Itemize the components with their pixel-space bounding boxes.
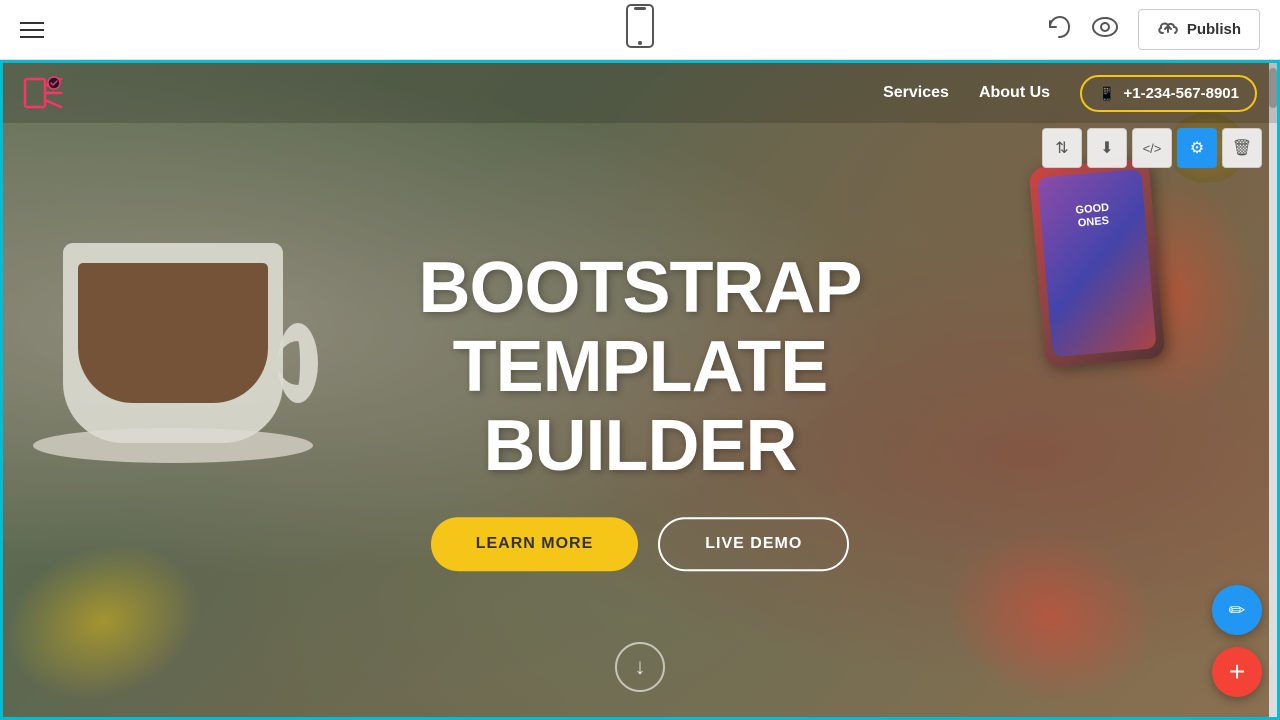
toolbar-right: Publish	[1046, 9, 1260, 50]
canvas-area: GOODONES	[0, 60, 1280, 720]
fab-add-icon: +	[1229, 656, 1245, 688]
mobile-preview-icon[interactable]	[626, 4, 654, 55]
section-toolbar: ⇅ ⬇ </> ⚙ 🗑	[1042, 128, 1262, 168]
fab-add-button[interactable]: +	[1212, 647, 1262, 697]
hero-section: GOODONES	[3, 63, 1277, 717]
code-button[interactable]: </>	[1132, 128, 1172, 168]
fab-edit-button[interactable]: ✏	[1212, 585, 1262, 635]
fab-edit-icon: ✏	[1229, 598, 1246, 623]
nav-phone-number: +1-234-567-8901	[1123, 85, 1239, 102]
tea-liquid	[78, 263, 268, 403]
code-icon: </>	[1143, 141, 1162, 156]
sort-button[interactable]: ⇅	[1042, 128, 1082, 168]
nav-about[interactable]: About Us	[979, 84, 1050, 102]
settings-button[interactable]: ⚙	[1177, 128, 1217, 168]
scroll-down-button[interactable]: ↓	[615, 642, 665, 692]
phone-text: GOODONES	[1045, 199, 1141, 233]
scroll-down-icon: ↓	[635, 654, 646, 680]
delete-icon: 🗑	[1232, 138, 1252, 158]
publish-label: Publish	[1187, 21, 1241, 38]
undo-icon[interactable]	[1046, 14, 1072, 46]
hero-content: BOOTSTRAP TEMPLATE BUILDER LEARN MORE LI…	[290, 249, 990, 571]
live-demo-button[interactable]: LIVE DEMO	[658, 517, 849, 571]
toolbar-center	[626, 4, 654, 55]
hero-title: BOOTSTRAP TEMPLATE BUILDER	[290, 249, 990, 487]
hero-title-line2: TEMPLATE BUILDER	[290, 328, 990, 486]
site-navbar: Services About Us 📱 +1-234-567-8901	[3, 63, 1277, 123]
toolbar-left	[20, 22, 44, 38]
sort-icon: ⇅	[1055, 138, 1068, 158]
hero-title-line1: BOOTSTRAP	[290, 249, 990, 328]
download-icon: ⬇	[1100, 138, 1113, 158]
hero-buttons: LEARN MORE LIVE DEMO	[290, 517, 990, 571]
nav-services[interactable]: Services	[883, 84, 949, 102]
cloud-icon	[1157, 18, 1179, 41]
download-button[interactable]: ⬇	[1087, 128, 1127, 168]
scrollbar[interactable]	[1269, 63, 1277, 717]
site-preview: GOODONES	[0, 60, 1280, 720]
delete-button[interactable]: 🗑	[1222, 128, 1262, 168]
fab-container: ✏ +	[1212, 585, 1262, 697]
phone-small-icon: 📱	[1098, 85, 1115, 102]
phone-screen: GOODONES	[1037, 169, 1156, 357]
top-toolbar: Publish	[0, 0, 1280, 60]
tea-cup	[33, 143, 333, 463]
publish-button[interactable]: Publish	[1138, 9, 1260, 50]
logo-icon	[23, 71, 67, 115]
nav-phone-button[interactable]: 📱 +1-234-567-8901	[1080, 75, 1257, 112]
settings-icon: ⚙	[1190, 138, 1204, 158]
navbar-logo	[23, 71, 67, 115]
hamburger-menu[interactable]	[20, 22, 44, 38]
navbar-links: Services About Us 📱 +1-234-567-8901	[883, 75, 1257, 112]
preview-icon[interactable]	[1092, 17, 1118, 43]
phone-device: GOODONES	[1029, 158, 1166, 368]
learn-more-button[interactable]: LEARN MORE	[431, 517, 639, 571]
